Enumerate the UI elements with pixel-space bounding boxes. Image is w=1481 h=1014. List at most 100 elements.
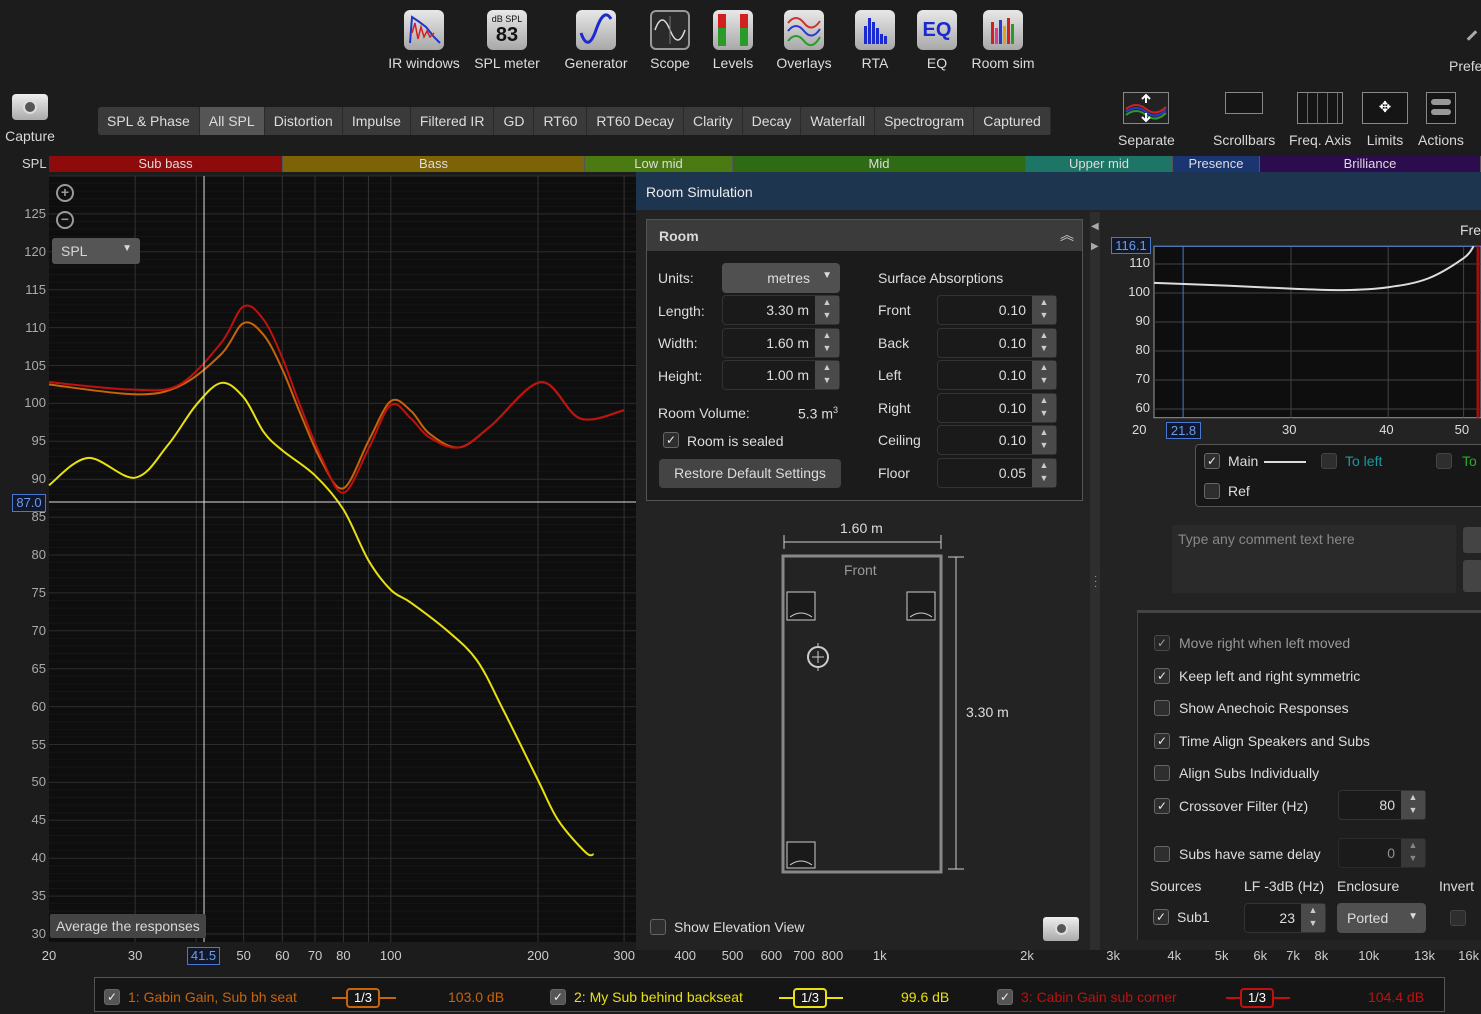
tab-rt60-decay[interactable]: RT60 Decay [587,107,684,135]
comment-textarea[interactable]: Type any comment text here [1172,525,1456,593]
ref-checkbox[interactable] [1204,483,1220,499]
option-checkbox[interactable] [1154,845,1170,862]
invert-checkbox[interactable] [1450,910,1466,926]
toolbar-spl-meter[interactable]: dB SPL 83 SPL meter [467,10,547,71]
collapse-icon[interactable]: ︽ [1060,225,1074,245]
tab-decay[interactable]: Decay [743,107,802,135]
smoothing-button-3[interactable]: 1/3 [1240,988,1274,1008]
option-checkbox[interactable]: ✓ [1154,635,1170,651]
zoom-in-icon[interactable]: + [56,184,74,202]
option-value-input[interactable]: 0 ▲ ▼ [1338,837,1426,868]
side-button-1[interactable] [1463,527,1481,553]
tab-filtered-ir[interactable]: Filtered IR [411,107,495,135]
tab-waterfall[interactable]: Waterfall [801,107,876,135]
limits-icon: ✥ [1362,92,1408,124]
spinner-arrows-icon[interactable]: ▲ ▼ [1032,361,1056,390]
listener-position-icon [807,643,829,671]
capture-button[interactable]: Capture [2,94,58,144]
tab-distortion[interactable]: Distortion [265,107,343,135]
spinner-arrows-icon[interactable]: ▲ ▼ [1032,459,1056,487]
tab-impulse[interactable]: Impulse [343,107,411,135]
graph-mode-select[interactable]: SPL ▼ [52,238,140,264]
spinner-arrows-icon[interactable]: ▲ ▼ [1032,426,1056,455]
tab-captured[interactable]: Captured [974,107,1051,135]
spinner-arrows-icon[interactable]: ▲ ▼ [815,361,839,389]
tab-all-spl[interactable]: All SPL [199,107,265,135]
separate-button[interactable]: Separate [1118,92,1175,148]
to-right-checkbox[interactable] [1436,453,1452,469]
toolbar-room-sim[interactable]: Room sim [963,10,1043,71]
units-select[interactable]: metres ▼ [722,263,840,293]
absorption-input-back[interactable]: 0.10 ▲ ▼ [937,327,1057,358]
length-value: 3.30 m [766,302,809,318]
sub1-checkbox[interactable]: ✓ [1153,909,1169,925]
spinner-arrows-icon[interactable]: ▲ ▼ [1401,791,1425,819]
side-button-2[interactable] [1463,560,1481,592]
toolbar-generator[interactable]: Generator [556,10,636,71]
width-input[interactable]: 1.60 m ▲ ▼ [722,328,840,358]
tab-rt60[interactable]: RT60 [534,107,588,135]
option-checkbox[interactable] [1154,700,1170,717]
frequency-response-chart[interactable] [1106,217,1481,447]
x-tick: 13k [1414,948,1435,963]
splitter-arrows-icon[interactable]: ◀ ▶ [1091,217,1099,257]
spinner-arrows-icon[interactable]: ▲ ▼ [1301,904,1325,932]
tab-spl-phase[interactable]: SPL & Phase [98,107,200,135]
toolbar-ir-windows[interactable]: IR windows [384,10,464,71]
legend-label-3[interactable]: 3: Cabin Gain sub corner [1021,989,1177,1005]
length-input[interactable]: 3.30 m ▲ ▼ [722,295,840,325]
restore-defaults-button[interactable]: Restore Default Settings [659,459,841,488]
actions-button[interactable]: Actions [1418,92,1464,148]
limits-button[interactable]: ✥ Limits [1362,92,1408,148]
legend-checkbox-3[interactable]: ✓ [997,989,1013,1005]
legend-label-2[interactable]: 2: My Sub behind backseat [574,989,743,1005]
freq-axis-button[interactable]: Freq. Axis [1289,92,1351,148]
option-label: Time Align Speakers and Subs [1179,732,1370,749]
zoom-out-icon[interactable]: − [56,211,74,229]
option-checkbox[interactable]: ✓ [1154,798,1170,814]
absorption-input-ceiling[interactable]: 0.10 ▲ ▼ [937,425,1057,456]
room-sealed-checkbox[interactable]: ✓ [663,432,679,448]
window-title: Room Simulation [636,172,1481,210]
mini-chart-title: Fre [1460,222,1481,238]
absorption-input-right[interactable]: 0.10 ▲ ▼ [937,392,1057,423]
tab-spectrogram[interactable]: Spectrogram [875,107,975,135]
spinner-arrows-icon[interactable]: ▲ ▼ [1032,296,1056,324]
legend-checkbox-1[interactable]: ✓ [104,989,120,1005]
spinner-arrows-icon[interactable]: ▲ ▼ [1032,328,1056,357]
spinner-arrows-icon[interactable]: ▲ ▼ [1401,838,1425,867]
camera-icon[interactable] [1043,917,1079,941]
toolbar-overlays[interactable]: Overlays [764,10,844,71]
tab-gd[interactable]: GD [494,107,535,135]
wrench-icon [1466,30,1478,41]
y-tick: 125 [24,205,46,221]
y-tick: 115 [25,281,46,297]
legend-label-1[interactable]: 1: Gabin Gain, Sub bh seat [128,989,297,1005]
legend-checkbox-2[interactable]: ✓ [550,989,566,1005]
preferences-button[interactable]: Prefe [1449,58,1481,74]
spinner-arrows-icon[interactable]: ▲ ▼ [815,329,839,357]
option-checkbox[interactable]: ✓ [1154,667,1170,684]
main-checkbox[interactable]: ✓ [1204,453,1220,469]
option-checkbox[interactable]: ✓ [1154,732,1170,749]
absorption-input-floor[interactable]: 0.05 ▲ ▼ [937,458,1057,488]
spinner-arrows-icon[interactable]: ▲ ▼ [815,296,839,324]
absorption-input-left[interactable]: 0.10 ▲ ▼ [937,360,1057,391]
average-responses-button[interactable]: Average the responses [50,914,206,938]
to-left-checkbox[interactable] [1321,453,1337,469]
smoothing-button-2[interactable]: 1/3 [793,988,827,1008]
height-input[interactable]: 1.00 m ▲ ▼ [722,360,840,390]
x-tick: 700 [793,948,815,963]
enclosure-select[interactable]: Ported ▼ [1337,903,1426,933]
toolbar-levels[interactable]: Levels [693,10,773,71]
scrollbars-button[interactable]: Scrollbars [1213,92,1275,148]
smoothing-button-1[interactable]: 1/3 [346,988,380,1008]
spinner-arrows-icon[interactable]: ▲ ▼ [1032,393,1056,422]
elevation-view-checkbox[interactable] [650,919,666,935]
option-checkbox[interactable] [1154,765,1170,782]
tab-clarity[interactable]: Clarity [684,107,743,135]
option-value-input[interactable]: 80 ▲ ▼ [1338,790,1426,820]
sub1-lf-input[interactable]: 23 ▲ ▼ [1244,903,1326,933]
room-diagram[interactable] [776,517,1016,877]
absorption-input-front[interactable]: 0.10 ▲ ▼ [937,295,1057,325]
